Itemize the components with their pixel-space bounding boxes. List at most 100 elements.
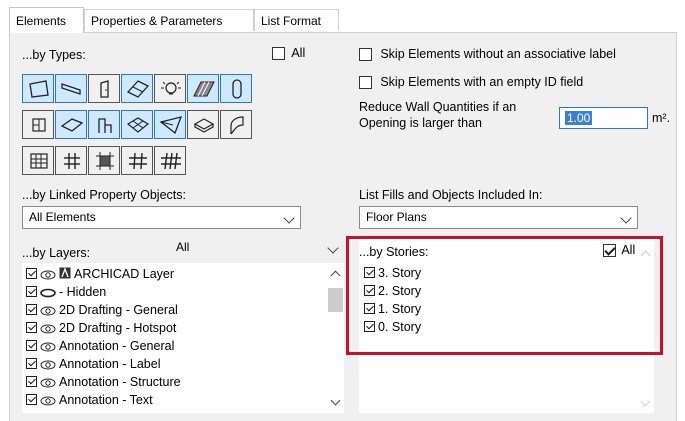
types-all-checkbox[interactable]: All [272, 46, 306, 61]
eye-icon[interactable] [40, 324, 56, 334]
stair-type-button[interactable] [22, 110, 54, 139]
beam-icon [232, 79, 242, 99]
element-type-grid [22, 74, 342, 184]
list-fills-dropdown[interactable]: Floor Plans [359, 206, 638, 229]
railing-type-button[interactable] [55, 146, 87, 175]
shell-type-button[interactable] [187, 110, 219, 139]
scroll-up-icon[interactable] [330, 270, 341, 281]
wall-type-button[interactable] [22, 74, 54, 103]
accessory-type-button[interactable] [154, 146, 186, 175]
layer-name: Annotation - General [59, 339, 175, 353]
layers-filter-value: All [176, 240, 190, 254]
skip-assoc-label-option[interactable]: Skip Elements without an associative lab… [359, 47, 616, 62]
eye-icon[interactable] [40, 360, 56, 370]
layers-list: ARCHICAD Layer - Hidden 2D Drafting - Gene… [22, 263, 344, 413]
skip-assoc-label-text: Skip Elements without an associative lab… [380, 47, 616, 61]
column-icon [61, 83, 81, 95]
reduce-value: 1.00 [565, 111, 593, 125]
tab-properties-parameters[interactable]: Properties & Parameters [84, 9, 254, 31]
column-type-button[interactable] [55, 74, 87, 103]
railing-icon [64, 153, 80, 169]
checkbox-icon[interactable] [26, 322, 37, 333]
object-type-button[interactable] [88, 110, 120, 139]
window-icon [126, 80, 150, 98]
layer-row[interactable]: Annotation - Structure [26, 373, 181, 391]
eye-icon[interactable] [40, 306, 56, 316]
roof-icon [193, 81, 215, 97]
frame-icon [129, 152, 147, 170]
linked-objects-value: All Elements [29, 210, 96, 224]
checkbox-icon[interactable] [26, 304, 37, 315]
curtain-wall-icon [30, 153, 48, 169]
layer-row[interactable]: ARCHICAD Layer [26, 265, 174, 283]
layer-row[interactable]: Annotation - General [26, 337, 174, 355]
checkbox-box[interactable] [272, 47, 285, 61]
types-all-label: All [291, 46, 306, 60]
eye-icon[interactable] [40, 342, 56, 352]
beam-type-button[interactable] [220, 74, 252, 103]
slab-type-button[interactable] [55, 110, 87, 139]
layers-label: ...by Layers: [22, 246, 91, 260]
skylight-type-button[interactable] [220, 110, 252, 139]
eye-icon[interactable] [40, 270, 56, 280]
checkbox-box[interactable] [359, 48, 372, 62]
chevron-down-icon [283, 212, 295, 224]
layers-scrollbar[interactable] [327, 263, 344, 413]
morph-icon [159, 116, 183, 135]
eye-closed-icon[interactable] [40, 288, 56, 298]
morph-type-button[interactable] [154, 110, 186, 139]
door-icon [100, 80, 109, 98]
reduce-wall-label: Reduce Wall Quantities if an Opening is … [359, 99, 516, 131]
chevron-down-icon [327, 242, 339, 254]
stair-icon [32, 118, 46, 132]
layer-row[interactable]: 2D Drafting - Hotspot [26, 319, 176, 337]
skip-empty-id-option[interactable]: Skip Elements with an empty ID field [359, 75, 584, 90]
chevron-down-icon [620, 212, 632, 224]
shell-icon [193, 118, 215, 133]
list-fills-value: Floor Plans [366, 210, 427, 224]
wall-icon [29, 80, 49, 98]
checkbox-icon[interactable] [26, 358, 37, 369]
tab-list-format[interactable]: List Format [254, 9, 339, 31]
skip-empty-id-text: Skip Elements with an empty ID field [380, 75, 584, 89]
panel-icon [96, 152, 114, 170]
layer-name: Annotation - Label [59, 357, 161, 371]
mesh-icon [126, 117, 150, 133]
layer-row[interactable]: - Hidden [26, 283, 106, 301]
reduce-value-field[interactable]: 1.00 [559, 107, 648, 129]
scroll-down-icon [640, 396, 651, 407]
layer-name: 2D Drafting - Hotspot [59, 321, 177, 335]
highlight-frame [346, 236, 663, 355]
layers-filter-dropdown[interactable]: All [170, 237, 344, 260]
curtain-wall-type-button[interactable] [22, 146, 54, 175]
checkbox-icon[interactable] [26, 268, 37, 279]
layer-name: Annotation - Text [59, 393, 153, 407]
panel-type-button[interactable] [88, 146, 120, 175]
mesh-type-button[interactable] [121, 110, 153, 139]
frame-type-button[interactable] [121, 146, 153, 175]
layer-lock-icon [59, 267, 71, 279]
reduce-wall-label-line1: Reduce Wall Quantities if an [359, 100, 517, 114]
accessory-icon [161, 152, 181, 170]
skylight-icon [230, 116, 244, 135]
lamp-type-button[interactable] [154, 74, 186, 103]
tab-elements[interactable]: Elements [9, 7, 84, 33]
layer-row[interactable]: 2D Drafting - General [26, 301, 178, 319]
linked-objects-dropdown[interactable]: All Elements [22, 206, 301, 229]
checkbox-icon[interactable] [26, 376, 37, 387]
checkbox-box[interactable] [359, 76, 372, 90]
roof-type-button[interactable] [187, 74, 219, 103]
eye-icon[interactable] [40, 378, 56, 388]
checkbox-icon[interactable] [26, 394, 37, 405]
door-type-button[interactable] [88, 74, 120, 103]
scroll-down-icon[interactable] [330, 395, 341, 406]
layer-row[interactable]: Annotation - Label [26, 355, 160, 373]
checkbox-icon[interactable] [26, 340, 37, 351]
layer-name: Annotation - Structure [59, 375, 181, 389]
checkbox-icon[interactable] [26, 286, 37, 297]
reduce-wall-label-line2: Opening is larger than [359, 116, 482, 130]
scroll-thumb[interactable] [328, 288, 343, 312]
window-type-button[interactable] [121, 74, 153, 103]
layer-row[interactable]: Annotation - Text [26, 391, 153, 409]
eye-icon[interactable] [40, 396, 56, 406]
